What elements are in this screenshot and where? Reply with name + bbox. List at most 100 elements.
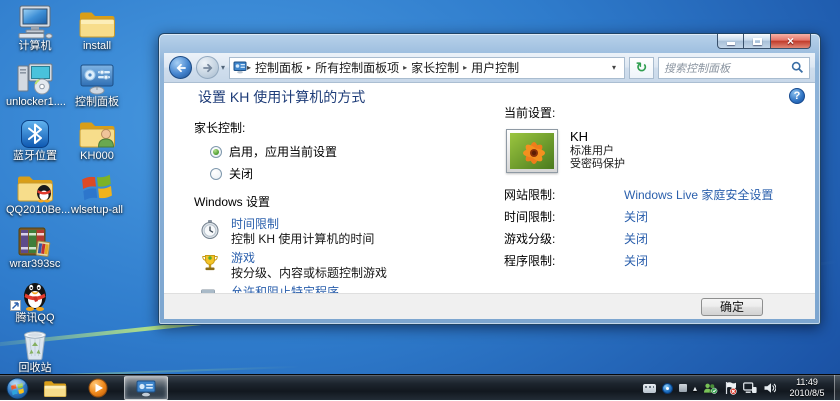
network-icon[interactable] (743, 382, 757, 394)
program-limits-value: 关闭 (624, 252, 648, 269)
navigation-bar: ▾ ▸ 控制面板 ▸ 所有控制面板项 ▸ 家长控制 ▸ 用户控制 ▾ ↻ 搜索控… (164, 53, 815, 83)
shortcut-arrow-icon (10, 300, 21, 311)
games-desc: 按分级、内容或标题控制游戏 (231, 266, 387, 280)
user-protection: 受密码保护 (570, 158, 625, 171)
desktop-icon-label: unlocker1.... (6, 96, 64, 108)
radio-off-label: 关闭 (229, 165, 253, 182)
taskbar-explorer-button[interactable] (38, 376, 72, 400)
tray-small-icon[interactable] (679, 384, 687, 392)
bluetooth-icon (6, 114, 64, 149)
close-button[interactable]: × (771, 34, 811, 49)
desktop-icon-kh000[interactable]: KH000 (68, 114, 126, 162)
desktop-icon-install[interactable]: install (68, 4, 126, 52)
desktop-icon-label: QQ2010Be... (6, 204, 64, 216)
time-limits-label: 时间限制: (504, 208, 624, 225)
user-tile: KH 标准用户 受密码保护 (506, 129, 809, 173)
web-restrictions-label: 网站限制: (504, 186, 624, 203)
user-picture (506, 129, 558, 173)
taskbar-control-panel-button[interactable] (124, 376, 168, 400)
taskbar-buttons (5, 375, 168, 401)
desktop-icon-control-panel[interactable]: 控制面板 (68, 60, 126, 108)
desktop-icon-label: 蓝牙位置 (6, 150, 64, 162)
address-dropdown-icon[interactable]: ▾ (607, 63, 621, 72)
desktop-icon-label: 腾讯QQ (6, 312, 64, 324)
volume-icon[interactable] (763, 382, 776, 394)
taskbar-media-player-button[interactable] (81, 376, 115, 400)
start-button[interactable] (5, 376, 29, 400)
user-type: 标准用户 (570, 145, 625, 158)
desktop-icon-tencent-qq[interactable]: 腾讯QQ (6, 276, 64, 324)
time-limits-value: 关闭 (624, 208, 648, 225)
parental-controls-label: 家长控制: (194, 119, 500, 136)
recycle-bin-icon (6, 326, 64, 361)
breadcrumb-parental-controls[interactable]: 家长控制 (407, 59, 463, 76)
minimize-button[interactable] (717, 34, 744, 49)
computer-icon (6, 4, 64, 39)
breadcrumb-user-controls[interactable]: 用户控制 (467, 59, 523, 76)
desktop-icon-winrar[interactable]: wrar393sc (6, 222, 64, 270)
control-panel-icon (233, 61, 247, 74)
qq-penguin-icon (6, 276, 64, 311)
desktop-icon-label: 控制面板 (68, 96, 126, 108)
games-link[interactable]: 游戏 (231, 252, 387, 265)
help-icon: ? (794, 90, 801, 102)
forward-button[interactable] (196, 56, 219, 79)
status-blue-icon[interactable] (662, 383, 673, 394)
desktop-icon-recycle-bin[interactable]: 回收站 (6, 326, 64, 374)
window-footer: 确定 (164, 293, 815, 319)
settings-column: 设置 KH 使用计算机的方式 家长控制: 启用，应用当前设置 关闭 Window… (194, 87, 500, 293)
media-player-icon (88, 378, 108, 398)
desktop-icon-wlsetup[interactable]: wlsetup-all (68, 168, 126, 216)
desktop-icon-qq2010[interactable]: QQ2010Be... (6, 168, 64, 216)
programs-link[interactable]: 允许和阻止特定程序 (231, 286, 423, 293)
refresh-button[interactable]: ↻ (629, 57, 654, 79)
parental-controls-window: × ▾ ▸ 控制面板 ▸ 所有控制面板项 ▸ 家长控制 ▸ 用户控制 ▾ ↻ 搜… (158, 33, 821, 325)
time-limits-link[interactable]: 时间限制 (231, 218, 374, 231)
clock-time: 11:49 (781, 377, 833, 388)
setting-item-games: 游戏 按分级、内容或标题控制游戏 (200, 252, 500, 280)
close-icon: × (787, 35, 794, 47)
back-button[interactable] (169, 56, 192, 79)
web-restrictions-value: Windows Live 家庭安全设置 (624, 186, 773, 203)
ok-button[interactable]: 确定 (701, 298, 763, 316)
desktop-icon-unlocker[interactable]: unlocker1.... (6, 60, 64, 108)
clock-icon (200, 218, 222, 246)
time-limits-desc: 控制 KH 使用计算机的时间 (231, 232, 374, 246)
current-settings-header: 当前设置: (504, 104, 809, 121)
current-row-time: 时间限制: 关闭 (504, 205, 809, 227)
breadcrumb-all-items[interactable]: 所有控制面板项 (311, 59, 403, 76)
desktop-icon-computer[interactable]: 计算机 (6, 4, 64, 52)
qq-folder-icon (6, 168, 64, 203)
desktop-icon-bluetooth[interactable]: 蓝牙位置 (6, 114, 64, 162)
input-indicator-icon[interactable] (643, 384, 656, 393)
control-panel-icon (136, 380, 156, 397)
maximize-icon (753, 38, 762, 45)
current-row-programs: 程序限制: 关闭 (504, 249, 809, 271)
windows-flag-icon (68, 168, 126, 203)
radio-off[interactable]: 关闭 (210, 165, 500, 182)
user-folder-icon (68, 114, 126, 149)
hidden-icons-chevron[interactable]: ▴ (693, 384, 697, 393)
start-orb-icon (6, 377, 29, 400)
help-button[interactable]: ? (789, 88, 805, 104)
messenger-icon[interactable] (703, 382, 718, 394)
setting-item-time-limits: 时间限制 控制 KH 使用计算机的时间 (200, 218, 500, 246)
window-caption-buttons: × (717, 34, 811, 49)
search-input[interactable]: 搜索控制面板 (658, 57, 810, 79)
action-center-flag-icon[interactable] (724, 381, 737, 395)
desktop: 计算机 install unlocker1.... 控制面板 蓝牙位置 KH00… (0, 0, 840, 400)
control-panel-icon (68, 60, 126, 95)
minimize-icon (727, 42, 735, 45)
program-limits-label: 程序限制: (504, 252, 624, 269)
breadcrumb-control-panel[interactable]: 控制面板 (251, 59, 307, 76)
history-dropdown-icon[interactable]: ▾ (221, 63, 225, 72)
folder-icon (68, 4, 126, 39)
system-tray: ▴ (643, 375, 776, 401)
show-desktop-button[interactable] (834, 375, 840, 401)
maximize-button[interactable] (744, 34, 771, 49)
taskbar-clock[interactable]: 11:49 2010/8/5 (781, 377, 833, 399)
refresh-icon: ↻ (636, 59, 648, 76)
game-ratings-value: 关闭 (624, 230, 648, 247)
windows-settings-header: Windows 设置 (194, 193, 500, 210)
radio-enabled[interactable]: 启用，应用当前设置 (210, 143, 500, 160)
